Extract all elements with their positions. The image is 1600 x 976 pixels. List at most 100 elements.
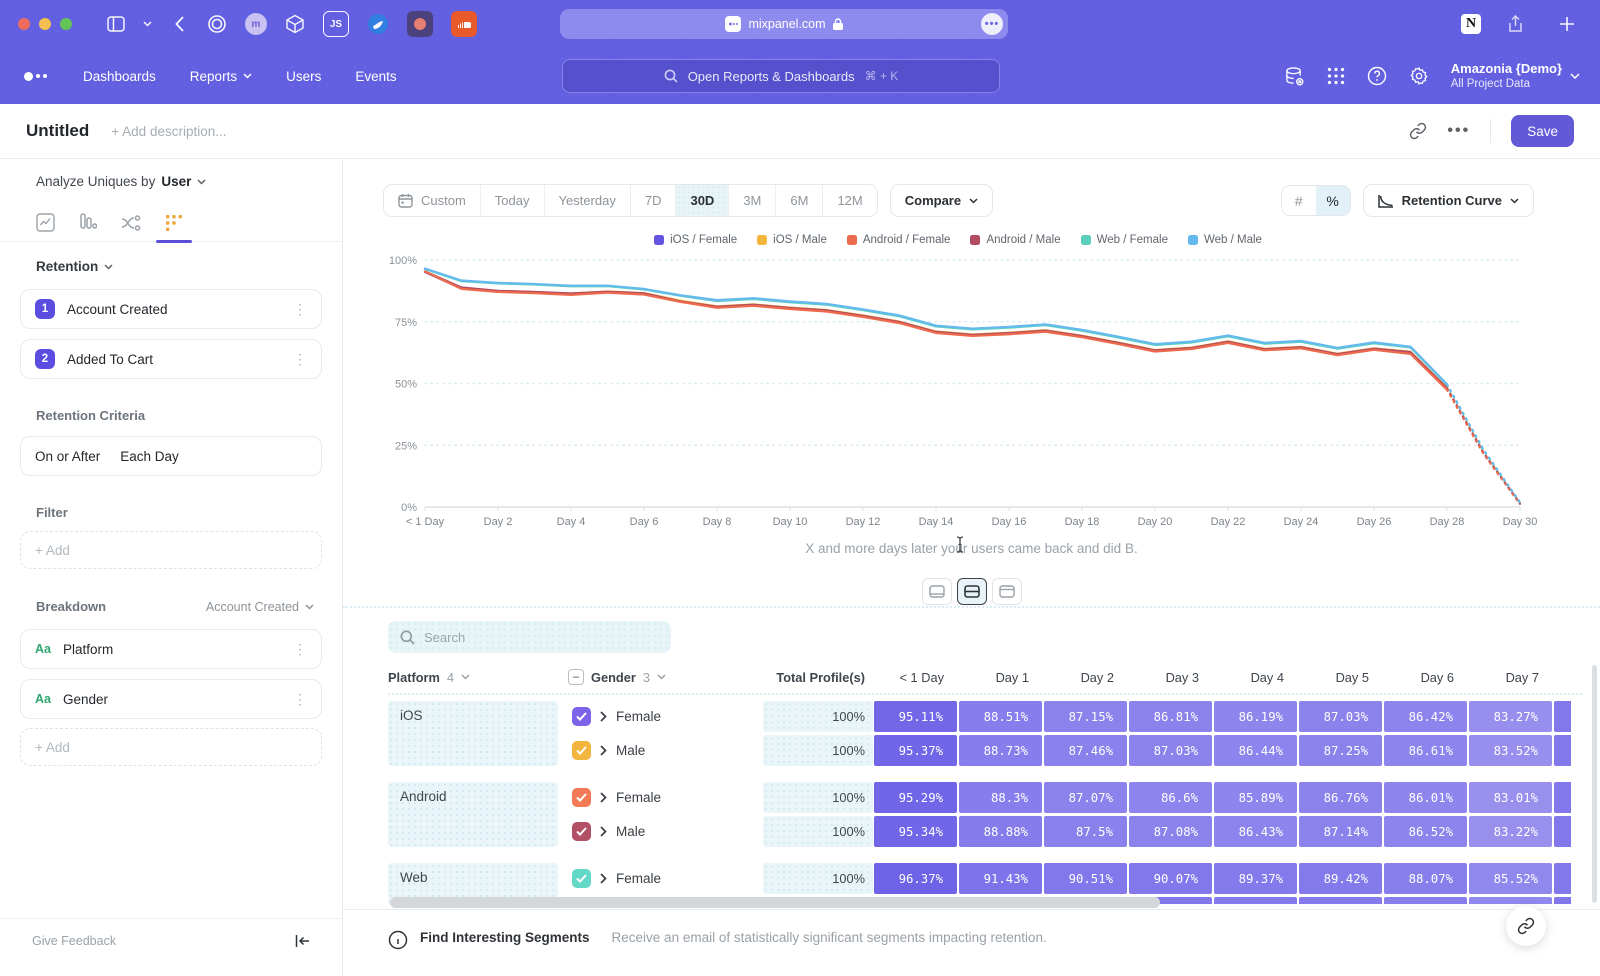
retention-value-cell[interactable]: 87.07% — [1044, 782, 1127, 813]
day-column-header[interactable]: Day 4 — [1213, 670, 1298, 685]
retention-value-cell[interactable]: 88.51% — [959, 701, 1042, 732]
gender-cell[interactable]: Female — [568, 707, 763, 726]
retention-value-cell[interactable]: 86.44% — [1214, 735, 1297, 766]
range-button-12m[interactable]: 12M — [823, 185, 876, 216]
minimize-window-button[interactable] — [39, 18, 51, 30]
retention-value-cell[interactable]: 86.81% — [1129, 701, 1212, 732]
tab-funnels[interactable] — [78, 213, 98, 233]
retention-value-cell[interactable]: 83.01% — [1469, 782, 1552, 813]
vertical-scrollbar[interactable] — [1592, 665, 1597, 903]
extension-bird-icon[interactable] — [367, 13, 389, 35]
close-window-button[interactable] — [18, 18, 30, 30]
help-icon[interactable] — [1367, 66, 1387, 86]
breakdown-options-icon[interactable]: ⋮ — [293, 641, 307, 658]
site-options-icon[interactable]: ••• — [981, 13, 1003, 35]
save-button[interactable]: Save — [1511, 115, 1574, 147]
extension-js-icon[interactable]: JS — [323, 11, 349, 37]
new-tab-icon[interactable] — [1559, 16, 1575, 32]
tab-flows[interactable] — [121, 213, 141, 233]
table-search-input[interactable]: Search — [388, 621, 671, 653]
indeterminate-checkbox[interactable]: − — [568, 669, 584, 685]
retention-value-cell[interactable]: 86.6% — [1129, 782, 1212, 813]
retention-value-cell[interactable]: 96.37% — [874, 863, 957, 894]
retention-value-cell[interactable]: 87.03% — [1299, 701, 1382, 732]
project-switcher[interactable]: Amazonia {Demo} All Project Data — [1451, 61, 1580, 92]
step-options-icon[interactable]: ⋮ — [293, 351, 307, 368]
extension-soundcloud-icon[interactable] — [451, 11, 477, 37]
gender-cell[interactable]: Female — [568, 788, 763, 807]
day-column-header[interactable]: Day 2 — [1043, 670, 1128, 685]
retention-value-cell[interactable]: 89.37% — [1214, 863, 1297, 894]
retention-value-cell[interactable]: 86.42% — [1384, 701, 1467, 732]
tab-insights[interactable] — [35, 213, 55, 233]
retention-value-cell[interactable]: 85.89% — [1214, 782, 1297, 813]
retention-value-cell[interactable]: 86.19% — [1214, 701, 1297, 732]
day-column-header[interactable]: Day 5 — [1298, 670, 1383, 685]
retention-step-a[interactable]: 1 Account Created ⋮ — [20, 289, 322, 329]
legend-item[interactable]: iOS / Male — [757, 234, 827, 246]
day-column-header[interactable]: Day 1 — [958, 670, 1043, 685]
retention-value-cell[interactable]: 87.15% — [1044, 701, 1127, 732]
retention-value-cell[interactable]: 91.43% — [959, 863, 1042, 894]
retention-value-cell[interactable]: 85.47% — [1469, 897, 1552, 904]
more-options-icon[interactable]: ••• — [1447, 122, 1470, 140]
chevron-right-icon[interactable] — [600, 745, 607, 756]
segments-title[interactable]: Find Interesting Segments — [420, 930, 590, 945]
chevron-right-icon[interactable] — [600, 873, 607, 884]
tab-retention[interactable] — [164, 213, 184, 233]
retention-value-cell[interactable]: 88.07% — [1384, 863, 1467, 894]
retention-step-b[interactable]: 2 Added To Cart ⋮ — [20, 339, 322, 379]
legend-item[interactable]: Web / Male — [1188, 234, 1262, 246]
range-button-30d[interactable]: 30D — [676, 185, 729, 216]
series-checkbox[interactable] — [572, 869, 591, 888]
series-checkbox[interactable] — [572, 822, 591, 841]
retention-value-cell[interactable]: 87.25% — [1299, 735, 1382, 766]
retention-value-cell[interactable]: 86.52% — [1384, 816, 1467, 847]
step-options-icon[interactable]: ⋮ — [293, 301, 307, 318]
retention-criteria-card[interactable]: On or After Each Day — [20, 436, 322, 476]
breakdown-scope-dropdown[interactable]: Account Created — [206, 600, 314, 614]
chevron-down-icon[interactable] — [143, 21, 152, 27]
retention-value-cell[interactable]: 90.07% — [1129, 863, 1212, 894]
chevron-right-icon[interactable] — [600, 826, 607, 837]
retention-value-cell[interactable]: 89.4% — [1214, 897, 1297, 904]
retention-value-cell[interactable]: 83.27% — [1469, 701, 1552, 732]
gender-cell[interactable]: Male — [568, 741, 763, 760]
breakdown-gender[interactable]: Aa Gender ⋮ — [20, 679, 322, 719]
legend-item[interactable]: Android / Female — [847, 234, 951, 246]
settings-gear-icon[interactable] — [1409, 66, 1429, 86]
gender-column-header[interactable]: − Gender 3 — [568, 669, 763, 685]
series-checkbox[interactable] — [572, 741, 591, 760]
gender-cell[interactable]: Female — [568, 869, 763, 888]
series-checkbox[interactable] — [572, 788, 591, 807]
day-column-header[interactable]: Day 6 — [1383, 670, 1468, 685]
nav-item-reports[interactable]: Reports — [190, 69, 252, 84]
table-only-view-button[interactable] — [992, 578, 1022, 605]
platform-cell[interactable]: Android — [388, 782, 558, 847]
address-bar[interactable]: mixpanel.com ••• — [560, 9, 1008, 39]
chevron-right-icon[interactable] — [600, 792, 607, 803]
retention-value-cell[interactable]: 86.61% — [1384, 735, 1467, 766]
extension-cube-icon[interactable] — [285, 14, 305, 34]
retention-value-cell[interactable]: 89.44% — [1299, 897, 1382, 904]
share-icon[interactable] — [1508, 15, 1523, 33]
retention-value-cell[interactable]: 88.3% — [959, 782, 1042, 813]
range-button-6m[interactable]: 6M — [776, 185, 823, 216]
retention-value-cell[interactable]: 95.11% — [874, 701, 957, 732]
retention-value-cell[interactable]: 95.29% — [874, 782, 957, 813]
legend-item[interactable]: Web / Female — [1081, 234, 1168, 246]
range-button-custom[interactable]: Custom — [384, 185, 481, 216]
retention-line-chart[interactable]: 0%25%50%75%100%< 1 DayDay 2Day 4Day 6Day… — [373, 253, 1543, 531]
global-search-input[interactable]: Open Reports & Dashboards ⌘ + K — [562, 59, 1000, 93]
add-breakdown-button[interactable]: + Add — [20, 728, 322, 766]
give-feedback-link[interactable]: Give Feedback — [32, 934, 116, 948]
sidebar-toggle-icon[interactable] — [107, 16, 125, 32]
split-view-button[interactable] — [957, 578, 987, 605]
chart-type-dropdown[interactable]: Retention Curve — [1363, 184, 1534, 217]
retention-value-cell[interactable]: 89.42% — [1299, 863, 1382, 894]
extension-m-icon[interactable]: m — [245, 13, 267, 35]
retention-value-cell[interactable]: 90.51% — [1044, 863, 1127, 894]
platform-column-header[interactable]: Platform 4 — [388, 670, 568, 685]
series-checkbox[interactable] — [572, 707, 591, 726]
platform-cell[interactable]: iOS — [388, 701, 558, 766]
